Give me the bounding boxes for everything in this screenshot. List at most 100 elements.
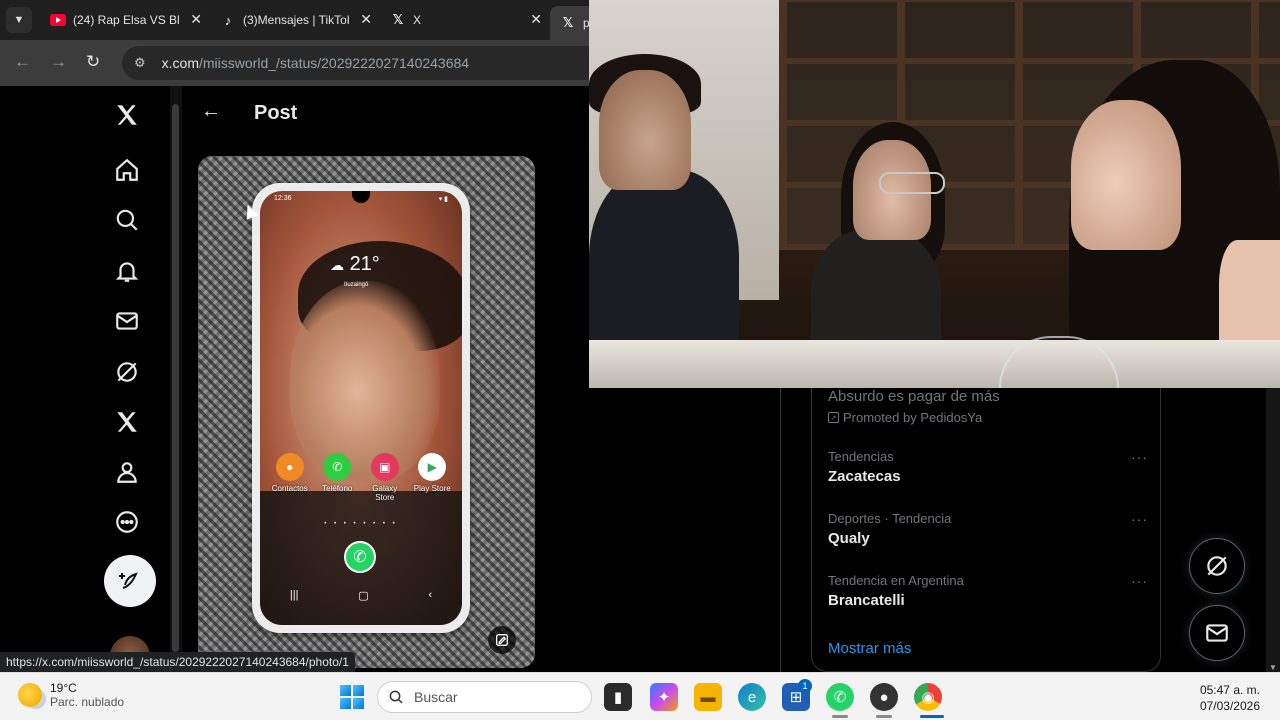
cam-glasses: [879, 172, 945, 194]
scroll-down-arrow-icon[interactable]: ▼: [1269, 663, 1277, 672]
x-logo-icon: 𝕏: [392, 12, 404, 27]
nav-scrollbar-thumb[interactable]: [172, 104, 179, 652]
post-photo[interactable]: 12:36 ▾ ▮ ☁ 21° Ituzaingó ● Contactos ✆: [198, 156, 535, 668]
app-label: Play Store: [413, 484, 451, 493]
clock-date: 07/03/2026: [1199, 699, 1260, 713]
profile-icon[interactable]: [112, 457, 142, 487]
more-options-icon[interactable]: ···: [1131, 573, 1148, 589]
whatsapp-icon: ✆: [344, 541, 376, 573]
image-edit-icon[interactable]: [488, 626, 516, 654]
site-info-icon[interactable]: ⚙: [134, 55, 146, 71]
app-icon-dark[interactable]: ●: [870, 683, 898, 711]
trends-panel: Absurdo es pagar de más ↗ Promoted by Pe…: [811, 386, 1161, 672]
screen: ▼ (24) Rap Elsa VS Bl ✕ ♪ (3)Mensajes | …: [0, 0, 1280, 720]
trend-item[interactable]: Tendencia en Argentina Brancatelli ···: [828, 573, 1148, 609]
grok-icon[interactable]: [112, 357, 142, 387]
show-more-link[interactable]: Mostrar más: [828, 640, 911, 657]
back-arrow-icon[interactable]: ←: [14, 52, 31, 72]
webcam-video-overlay: [589, 0, 1280, 388]
active-indicator: [920, 715, 944, 718]
edge-icon[interactable]: e: [738, 683, 766, 711]
windows-start-icon[interactable]: [340, 685, 364, 709]
browser-toolbar: ← → ↻ ⚙ x.com/miissworld_/status/2029222…: [0, 40, 602, 86]
tab-title: (3)Mensajes | TikTok: [243, 13, 349, 27]
clock-time: 05:47 a. m.: [1199, 683, 1260, 697]
reload-icon[interactable]: ↻: [86, 52, 100, 72]
link-hover-status: https://x.com/miissworld_/status/2029222…: [0, 652, 355, 672]
taskbar: 19°C Parc. nublado Buscar ▮ ✦ ▬ e ⊞ 1 ✆ …: [0, 672, 1280, 720]
whatsapp-icon[interactable]: ✆: [826, 683, 854, 711]
tab-search-menu-button[interactable]: ▼: [6, 7, 32, 33]
tab-title: (24) Rap Elsa VS Bl: [73, 13, 179, 27]
x-logo-icon[interactable]: [112, 100, 142, 130]
trend-context: Tendencias: [828, 449, 894, 464]
store-badge: 1: [798, 679, 812, 693]
cam-table: [589, 340, 1280, 388]
address-bar[interactable]: ⚙ x.com/miissworld_/status/2029222027140…: [122, 46, 602, 80]
ad-text[interactable]: Absurdo es pagar de más: [828, 388, 1000, 405]
tiktok-icon: ♪: [224, 12, 232, 28]
phone-temperature: 21°: [349, 253, 380, 275]
promoted-label: ↗ Promoted by PedidosYa: [828, 410, 982, 425]
search-placeholder: Buscar: [414, 689, 458, 705]
close-tab-icon[interactable]: ✕: [530, 11, 542, 28]
more-options-icon[interactable]: ···: [1131, 511, 1148, 527]
trend-item[interactable]: Deportes · Tendencia Qualy ···: [828, 511, 1148, 547]
column-divider: [780, 386, 781, 672]
app-play-store: ▶ Play Store: [410, 453, 454, 502]
feather-plus-icon: [119, 572, 138, 589]
page-scrollbar[interactable]: ▼: [1266, 386, 1280, 672]
home-icon[interactable]: [112, 155, 142, 185]
tab-tiktok[interactable]: ♪ (3)Mensajes | TikTok ✕: [210, 6, 376, 34]
premium-x-icon[interactable]: [112, 407, 142, 437]
tab-youtube[interactable]: (24) Rap Elsa VS Bl ✕: [40, 6, 206, 34]
taskbar-search[interactable]: Buscar: [377, 681, 592, 713]
close-tab-icon[interactable]: ✕: [360, 11, 372, 28]
tab-x[interactable]: 𝕏 X ✕: [380, 6, 546, 34]
partly-cloudy-icon: [18, 683, 42, 707]
page-dots: • • • • • • • •: [324, 521, 398, 527]
taskbar-clock[interactable]: 05:47 a. m. 07/03/2026: [1200, 682, 1260, 714]
app-contactos: ● Contactos: [268, 453, 312, 502]
messages-float-button[interactable]: [1189, 605, 1245, 661]
compose-post-button[interactable]: [104, 555, 156, 607]
browser-tab-strip: ▼ (24) Rap Elsa VS Bl ✕ ♪ (3)Mensajes | …: [0, 0, 610, 40]
phone-photo: 12:36 ▾ ▮ ☁ 21° Ituzaingó ● Contactos ✆: [252, 183, 470, 633]
wallpaper-face: [290, 281, 440, 481]
trend-item[interactable]: Tendencias Zacatecas ···: [828, 449, 1148, 485]
more-options-icon[interactable]: ···: [1131, 449, 1148, 465]
url-path: /miissworld_/status/2029222027140243684: [199, 55, 470, 71]
trend-context: Deportes · Tendencia: [828, 511, 952, 526]
phone-nav-bar: ||| ▢ ‹: [260, 589, 462, 602]
contacts-icon: ●: [275, 453, 304, 481]
app-telefono: ✆ Teléfono: [315, 453, 359, 502]
file-explorer-icon[interactable]: ▬: [694, 683, 722, 711]
running-indicator: [832, 715, 848, 718]
grok-float-button[interactable]: [1189, 538, 1245, 594]
search-icon[interactable]: [112, 205, 142, 235]
copilot-icon[interactable]: ✦: [650, 683, 678, 711]
task-view-icon[interactable]: ▮: [604, 683, 632, 711]
mail-icon[interactable]: [112, 306, 142, 336]
page-title: Post: [254, 102, 298, 124]
taskbar-weather[interactable]: 19°C Parc. nublado: [18, 681, 124, 709]
phone-weather: ☁ 21°: [330, 253, 380, 276]
phone-app-row: ● Contactos ✆ Teléfono ▣ Galaxy Store ▶ …: [260, 453, 462, 502]
chrome-icon[interactable]: ◉: [914, 683, 942, 711]
phone-screen: 12:36 ▾ ▮ ☁ 21° Ituzaingó ● Contactos ✆: [260, 191, 462, 625]
more-icon[interactable]: [112, 507, 142, 537]
back-arrow-icon[interactable]: ←: [201, 100, 221, 123]
bell-icon[interactable]: [112, 256, 142, 286]
taskbar-temperature: 19°C: [50, 681, 77, 695]
phone-location: Ituzaingó: [344, 282, 369, 288]
recents-icon: |||: [289, 589, 299, 601]
forward-arrow-icon[interactable]: →: [50, 52, 67, 72]
chevron-down-icon: ▼: [13, 14, 25, 26]
url-host: x.com: [161, 55, 199, 71]
play-store-icon: ▶: [418, 453, 447, 481]
mail-icon: [1206, 624, 1228, 642]
close-tab-icon[interactable]: ✕: [190, 11, 202, 28]
phone-status-time: 12:36: [274, 195, 292, 202]
post-header: ← Post: [183, 86, 589, 140]
trend-name: Brancatelli: [828, 592, 905, 609]
